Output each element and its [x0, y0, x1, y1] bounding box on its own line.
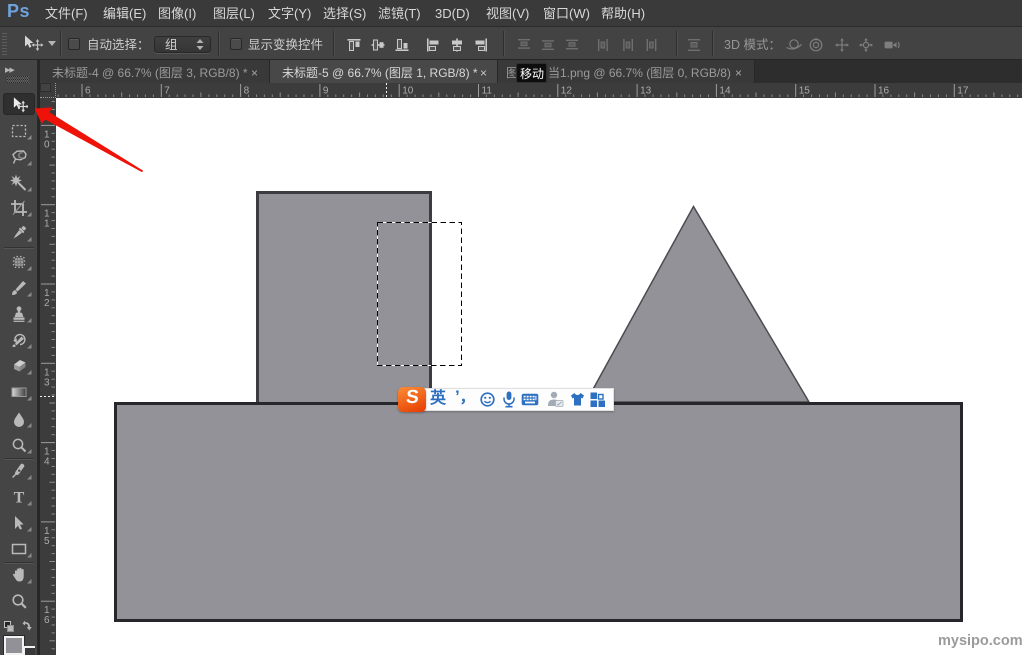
- svg-text:2: 2: [44, 298, 50, 309]
- svg-text:3: 3: [44, 377, 50, 388]
- svg-text:7: 7: [164, 86, 170, 97]
- svg-text:10: 10: [402, 86, 414, 97]
- svg-text:5: 5: [44, 536, 50, 547]
- svg-text:17: 17: [957, 86, 969, 97]
- svg-text:15: 15: [799, 86, 811, 97]
- svg-text:6: 6: [44, 615, 50, 626]
- svg-text:11: 11: [482, 86, 493, 97]
- svg-text:8: 8: [244, 86, 250, 97]
- svg-text:12: 12: [561, 86, 573, 97]
- svg-text:16: 16: [878, 86, 890, 97]
- svg-text:1: 1: [44, 219, 50, 230]
- svg-text:14: 14: [719, 86, 731, 97]
- svg-text:13: 13: [640, 86, 652, 97]
- svg-text:T: T: [14, 490, 25, 507]
- svg-text:4: 4: [44, 457, 50, 468]
- svg-text:9: 9: [323, 86, 329, 97]
